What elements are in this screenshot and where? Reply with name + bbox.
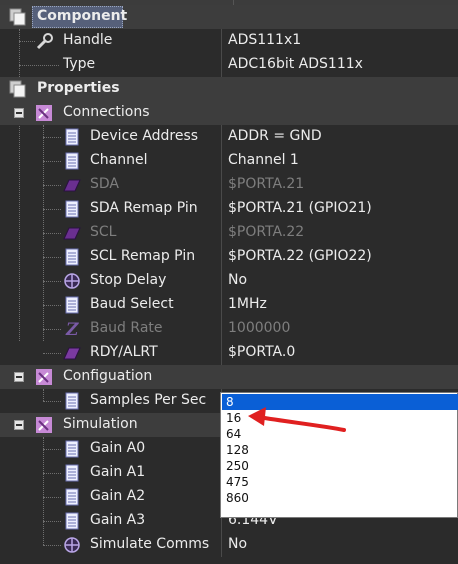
group-title-simulation: Simulation xyxy=(63,416,138,432)
label-stop-delay: Stop Delay xyxy=(90,272,167,288)
label-scl-remap-pin: SCL Remap Pin xyxy=(90,248,196,264)
value-type[interactable]: ADC16bit ADS111x xyxy=(228,56,363,72)
label-gain-a0: Gain A0 xyxy=(90,440,146,456)
label-samples-per-sec: Samples Per Sec xyxy=(90,392,207,408)
label-rdy-alrt: RDY/ALRT xyxy=(90,344,158,360)
value-simulate-comms[interactable]: No xyxy=(228,536,247,552)
dropdown-option-128[interactable]: 128 xyxy=(222,442,458,458)
dropdown-option-475[interactable]: 475 xyxy=(222,474,458,490)
row-simulate-comms[interactable]: Simulate Comms No xyxy=(0,533,458,557)
label-device-address: Device Address xyxy=(90,128,199,144)
value-rdy-alrt[interactable]: $PORTA.0 xyxy=(228,344,295,360)
value-channel[interactable]: Channel 1 xyxy=(228,152,299,168)
section-title-component: Component xyxy=(37,8,128,24)
group-title-connections: Connections xyxy=(63,104,150,120)
row-scl-remap-pin[interactable]: SCL Remap Pin $PORTA.22 (GPIO22) xyxy=(0,245,458,269)
value-device-address[interactable]: ADDR = GND xyxy=(228,128,322,144)
label-scl: SCL xyxy=(90,224,117,240)
group-configuation[interactable]: Configuation xyxy=(0,365,458,389)
document-icon xyxy=(63,392,81,410)
svg-text:Z: Z xyxy=(65,320,79,338)
dropdown-option-16[interactable]: 16 xyxy=(222,410,458,426)
value-scl-remap-pin[interactable]: $PORTA.22 (GPIO22) xyxy=(228,248,372,264)
collapse-toggle[interactable] xyxy=(14,420,24,430)
collapse-toggle[interactable] xyxy=(14,108,24,118)
section-title-properties: Properties xyxy=(37,80,120,96)
document-icon xyxy=(63,152,81,170)
document-icon xyxy=(63,440,81,458)
row-rdy-alrt[interactable]: RDY/ALRT $PORTA.0 xyxy=(0,341,458,365)
document-icon xyxy=(63,200,81,218)
row-baud-rate[interactable]: Z Baud Rate 1000000 xyxy=(0,317,458,341)
row-sda[interactable]: SDA $PORTA.21 xyxy=(0,173,458,197)
label-baud-rate: Baud Rate xyxy=(90,320,163,336)
pin-icon xyxy=(63,344,81,362)
value-scl: $PORTA.22 xyxy=(228,224,305,240)
row-type[interactable]: Type ADC16bit ADS111x xyxy=(0,53,458,77)
tools-icon xyxy=(35,104,53,122)
category-properties[interactable]: Properties xyxy=(0,77,458,101)
row-baud-select[interactable]: Baud Select 1MHz xyxy=(0,293,458,317)
pin-icon xyxy=(63,176,81,194)
row-device-address[interactable]: Device Address ADDR = GND xyxy=(0,125,458,149)
category-component[interactable]: Component xyxy=(0,5,458,29)
dropdown-option-64[interactable]: 64 xyxy=(222,426,458,442)
value-handle[interactable]: ADS111x1 xyxy=(228,32,301,48)
document-icon xyxy=(63,464,81,482)
label-gain-a1: Gain A1 xyxy=(90,464,146,480)
pages-icon xyxy=(9,8,27,26)
label-channel: Channel xyxy=(90,152,148,168)
value-sda-remap-pin[interactable]: $PORTA.21 (GPIO21) xyxy=(228,200,372,216)
group-connections[interactable]: Connections xyxy=(0,101,458,125)
label-baud-select: Baud Select xyxy=(90,296,174,312)
value-baud-select[interactable]: 1MHz xyxy=(228,296,267,312)
crosshair-circle-icon xyxy=(63,536,81,554)
dropdown-option-860[interactable]: 860 xyxy=(222,490,458,506)
group-title-configuation: Configuation xyxy=(63,368,153,384)
value-baud-rate: 1000000 xyxy=(228,320,291,336)
value-stop-delay[interactable]: No xyxy=(228,272,247,288)
label-gain-a3: Gain A3 xyxy=(90,512,146,528)
label-sda-remap-pin: SDA Remap Pin xyxy=(90,200,198,216)
collapse-toggle[interactable] xyxy=(14,372,24,382)
document-icon xyxy=(63,248,81,266)
label-handle: Handle xyxy=(63,32,113,48)
document-icon xyxy=(63,512,81,530)
label-type: Type xyxy=(63,56,96,72)
row-stop-delay[interactable]: Stop Delay No xyxy=(0,269,458,293)
pages-icon xyxy=(9,80,27,98)
samples-per-sec-dropdown[interactable]: 8 16 64 128 250 475 860 xyxy=(220,392,458,518)
document-icon xyxy=(63,128,81,146)
label-gain-a2: Gain A2 xyxy=(90,488,146,504)
crosshair-circle-icon xyxy=(63,272,81,290)
row-scl[interactable]: SCL $PORTA.22 xyxy=(0,221,458,245)
z-letter-icon: Z xyxy=(63,320,81,338)
document-icon xyxy=(63,296,81,314)
wrench-icon xyxy=(36,32,54,50)
label-sda: SDA xyxy=(90,176,119,192)
row-sda-remap-pin[interactable]: SDA Remap Pin $PORTA.21 (GPIO21) xyxy=(0,197,458,221)
tools-icon xyxy=(35,368,53,386)
dropdown-option-8[interactable]: 8 xyxy=(222,394,458,410)
dropdown-option-250[interactable]: 250 xyxy=(222,458,458,474)
row-handle[interactable]: Handle ADS111x1 xyxy=(0,29,458,53)
row-channel[interactable]: Channel Channel 1 xyxy=(0,149,458,173)
document-icon xyxy=(63,488,81,506)
tools-icon xyxy=(35,416,53,434)
label-simulate-comms: Simulate Comms xyxy=(90,536,210,552)
pin-icon xyxy=(63,224,81,242)
value-sda: $PORTA.21 xyxy=(228,176,305,192)
